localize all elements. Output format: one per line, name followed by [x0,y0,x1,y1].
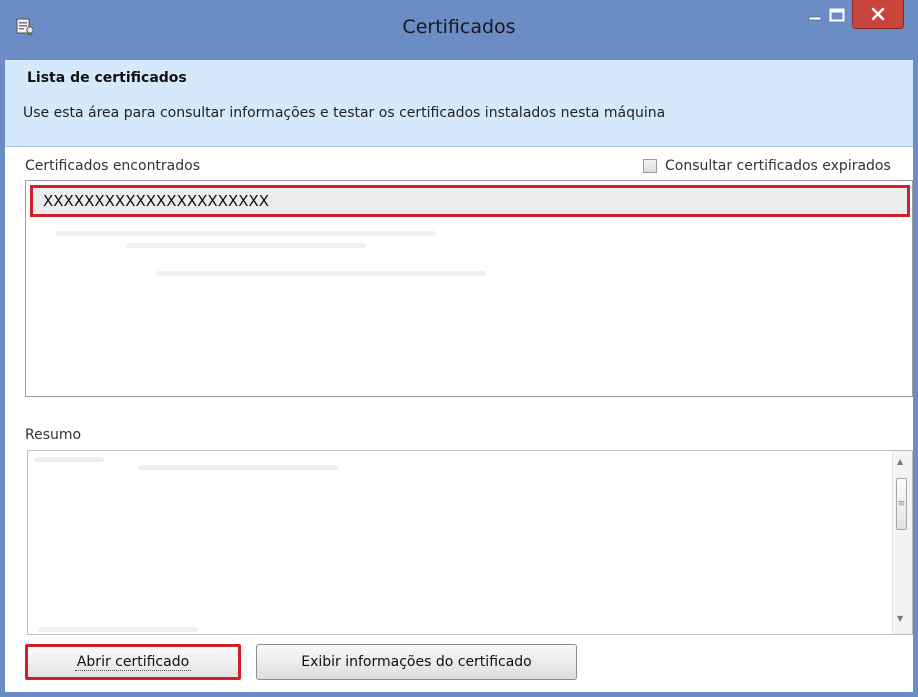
blurred-list-content [156,271,486,276]
show-certificate-info-button[interactable]: Exibir informações do certificado [256,644,577,680]
summary-label: Resumo [25,427,82,443]
section-title: Lista de certificados [27,70,187,86]
expired-certificates-option[interactable]: Consultar certificados expirados [643,158,891,174]
open-certificate-button[interactable]: Abrir certificado [25,644,241,680]
blurred-list-content [56,231,436,236]
summary-scrollbar[interactable]: ▲ ≡ ▼ [892,451,912,634]
header-panel: Lista de certificados Use esta área para… [5,60,913,147]
close-icon [871,7,885,21]
summary-text-area[interactable]: ▲ ≡ ▼ [27,450,913,635]
scroll-thumb[interactable]: ≡ [896,478,907,530]
maximize-button[interactable] [822,0,852,30]
blurred-list-content [126,243,366,248]
maximize-icon [829,8,845,22]
scroll-up-icon[interactable]: ▲ [897,457,903,466]
window-title: Certificados [402,16,516,38]
certificates-found-label: Certificados encontrados [25,158,201,174]
open-certificate-label: Abrir certificado [74,653,192,671]
title-bar[interactable]: Certificados [0,0,918,60]
expired-certificates-label[interactable]: Consultar certificados expirados [665,158,891,174]
close-button[interactable] [852,0,904,29]
expired-certificates-checkbox[interactable] [643,159,657,173]
section-description: Use esta área para consultar informações… [23,105,666,121]
certificados-window: Certificados Lista de certificados Use e… [0,0,918,697]
blurred-summary-content [38,627,198,632]
blurred-summary-content [138,465,338,470]
scroll-down-icon[interactable]: ▼ [897,614,903,623]
certificates-list[interactable]: XXXXXXXXXXXXXXXXXXXXXX [25,180,913,397]
certificate-list-item[interactable]: XXXXXXXXXXXXXXXXXXXXXX [30,185,910,217]
minimize-icon [808,16,822,21]
blurred-summary-content [34,457,104,462]
